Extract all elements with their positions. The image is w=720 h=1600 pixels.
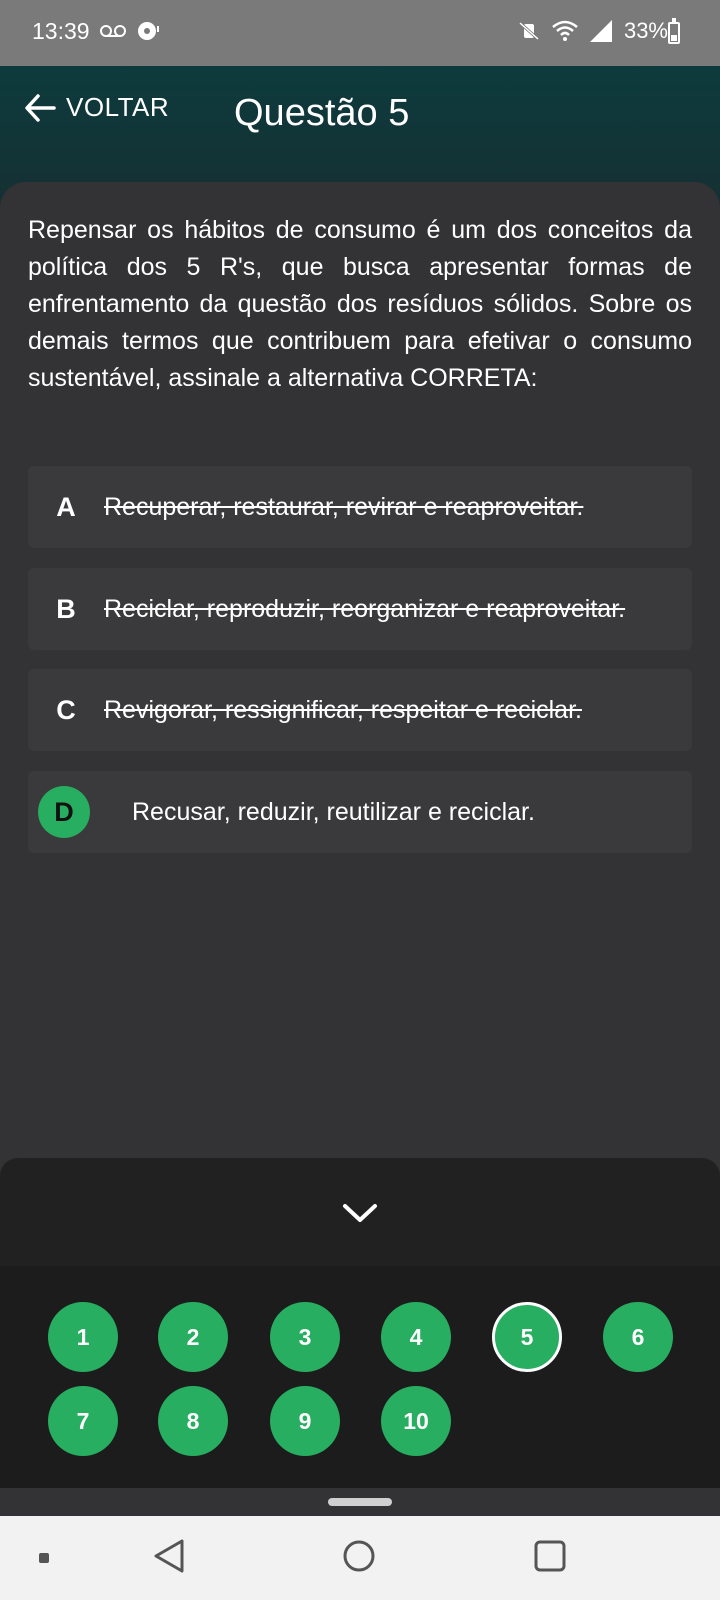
home-circle-icon[interactable] (342, 1539, 376, 1573)
collapse-panel-button[interactable] (0, 1158, 720, 1266)
vibrate-mute-icon (518, 21, 539, 41)
question-number-button[interactable]: 4 (381, 1302, 451, 1372)
option-letter-selected: D (38, 786, 90, 838)
option-c[interactable]: C Revigorar, ressignificar, respeitar e … (28, 669, 692, 751)
sync-notification-icon (138, 22, 159, 40)
question-number-grid (0, 1266, 720, 1488)
option-text: Reciclar, reproduzir, reorganizar e reap… (104, 594, 626, 623)
question-text: Repensar os hábitos de consumo é um dos … (28, 216, 692, 392)
battery-percent: 33% (623, 18, 668, 43)
status-bar: 13:39 33% (0, 0, 720, 66)
battery-icon (668, 18, 680, 44)
option-letter: C (56, 694, 76, 725)
question-number-button[interactable]: 8 (158, 1386, 228, 1456)
question-number-button[interactable]: 7 (48, 1386, 118, 1456)
option-b[interactable]: B Reciclar, reproduzir, reorganizar e re… (28, 568, 692, 650)
back-triangle-icon[interactable] (152, 1538, 186, 1574)
option-d[interactable]: D Recusar, reduzir, reutilizar e recicla… (28, 771, 692, 853)
menu-dot-icon[interactable] (38, 1552, 50, 1564)
back-button[interactable]: VOLTAR (24, 92, 169, 123)
back-label: VOLTAR (66, 92, 170, 122)
question-number-button[interactable]: 10 (381, 1386, 451, 1456)
recents-square-icon[interactable] (534, 1540, 566, 1572)
option-text: Recusar, reduzir, reutilizar e reciclar. (132, 797, 535, 826)
option-letter: A (56, 491, 76, 522)
question-number-button[interactable]: 3 (270, 1302, 340, 1372)
option-a[interactable]: A Recuperar, restaurar, revirar e reapro… (28, 466, 692, 548)
wifi-icon (552, 20, 578, 41)
question-number-button[interactable]: 2 (158, 1302, 228, 1372)
question-number-button[interactable]: 9 (270, 1386, 340, 1456)
arrow-left-icon (25, 93, 56, 122)
gesture-handle[interactable] (328, 1498, 392, 1506)
option-letter: B (56, 593, 76, 624)
option-text: Recuperar, restaurar, revirar e reaprove… (104, 492, 584, 521)
question-number-button-current[interactable]: 5 (492, 1302, 562, 1372)
chevron-down-icon (343, 1204, 377, 1222)
system-navigation-bar (0, 1516, 720, 1600)
page-title: Questão 5 (234, 92, 410, 134)
status-time: 13:39 (32, 18, 90, 44)
question-number-button[interactable]: 1 (48, 1302, 118, 1372)
voicemail-icon (100, 25, 126, 37)
gesture-handle-area (0, 1488, 720, 1516)
option-text: Revigorar, ressignificar, respeitar e re… (104, 695, 582, 724)
signal-icon (589, 20, 612, 42)
question-number-button[interactable]: 6 (603, 1302, 673, 1372)
